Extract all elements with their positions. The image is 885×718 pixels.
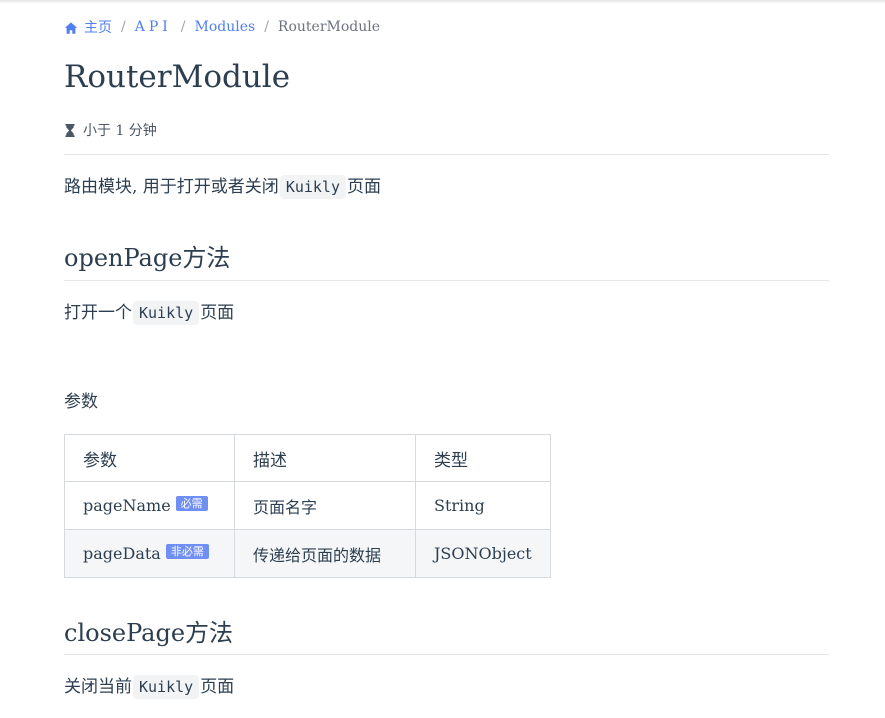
- close-page-description: 关闭当前 Kuikly 页面: [64, 674, 234, 700]
- table-header-row: 参数 描述 类型: [64, 434, 551, 482]
- section-heading-open-page: openPage方法: [64, 244, 231, 272]
- table-row: pageName 必需 页面名字 String: [64, 481, 551, 530]
- top-shadow: [0, 0, 885, 4]
- close-page-text-end: 页面: [200, 677, 235, 697]
- heading-divider: [64, 280, 829, 281]
- params-table: 参数 描述 类型 pageName 必需 页面名字 String pageData…: [64, 434, 551, 578]
- intro-text: 路由模块, 用于打开或者关闭: [64, 177, 279, 197]
- title-divider: [64, 154, 829, 155]
- hourglass-icon: [65, 123, 75, 137]
- optional-badge: 非必需: [165, 544, 209, 559]
- breadcrumb-api-link[interactable]: API: [135, 19, 172, 35]
- inline-code: Kuikly: [279, 175, 346, 199]
- reading-time: 小于 1 分钟: [64, 120, 157, 140]
- table-header-cell: 类型: [415, 434, 551, 482]
- breadcrumb: 主页 / API / Modules / RouterModule: [64, 17, 380, 37]
- param-name-cell: pageName 必需: [64, 481, 235, 530]
- table-row: pageData 非必需 传递给页面的数据 JSONObject: [64, 529, 551, 578]
- open-page-text-end: 页面: [200, 303, 235, 323]
- heading-divider: [64, 654, 829, 655]
- breadcrumb-modules-link[interactable]: Modules: [195, 19, 256, 35]
- section-heading-close-page: closePage方法: [64, 619, 234, 647]
- param-name-cell: pageData 非必需: [64, 529, 235, 578]
- param-desc-cell: 页面名字: [234, 481, 416, 530]
- inline-code: Kuikly: [133, 301, 200, 325]
- intro-text-end: 页面: [347, 177, 381, 197]
- param-type-cell: String: [415, 481, 551, 530]
- inline-code: Kuikly: [133, 675, 200, 699]
- table-header-cell: 描述: [234, 434, 416, 482]
- param-name: pageData: [83, 544, 161, 563]
- param-desc-cell: 传递给页面的数据: [234, 529, 416, 578]
- breadcrumb-separator: /: [264, 19, 269, 35]
- params-heading: 参数: [64, 392, 98, 412]
- breadcrumb-home-link[interactable]: 主页: [64, 17, 112, 37]
- intro-paragraph: 路由模块, 用于打开或者关闭 Kuikly 页面: [64, 174, 381, 200]
- close-page-text: 关闭当前: [64, 677, 132, 697]
- breadcrumb-separator: /: [121, 19, 126, 35]
- breadcrumb-separator: /: [180, 19, 186, 35]
- page-title: RouterModule: [64, 59, 291, 95]
- open-page-description: 打开一个 Kuikly 页面: [64, 300, 234, 326]
- param-type-cell: JSONObject: [415, 529, 551, 578]
- table-header-cell: 参数: [64, 434, 235, 482]
- required-badge: 必需: [175, 496, 208, 511]
- breadcrumb-current: RouterModule: [277, 19, 381, 35]
- home-icon: [64, 22, 78, 34]
- breadcrumb-home-label: 主页: [84, 20, 112, 36]
- param-name: pageName: [83, 496, 171, 515]
- reading-time-text: 小于 1 分钟: [83, 123, 157, 139]
- open-page-text: 打开一个: [64, 303, 132, 323]
